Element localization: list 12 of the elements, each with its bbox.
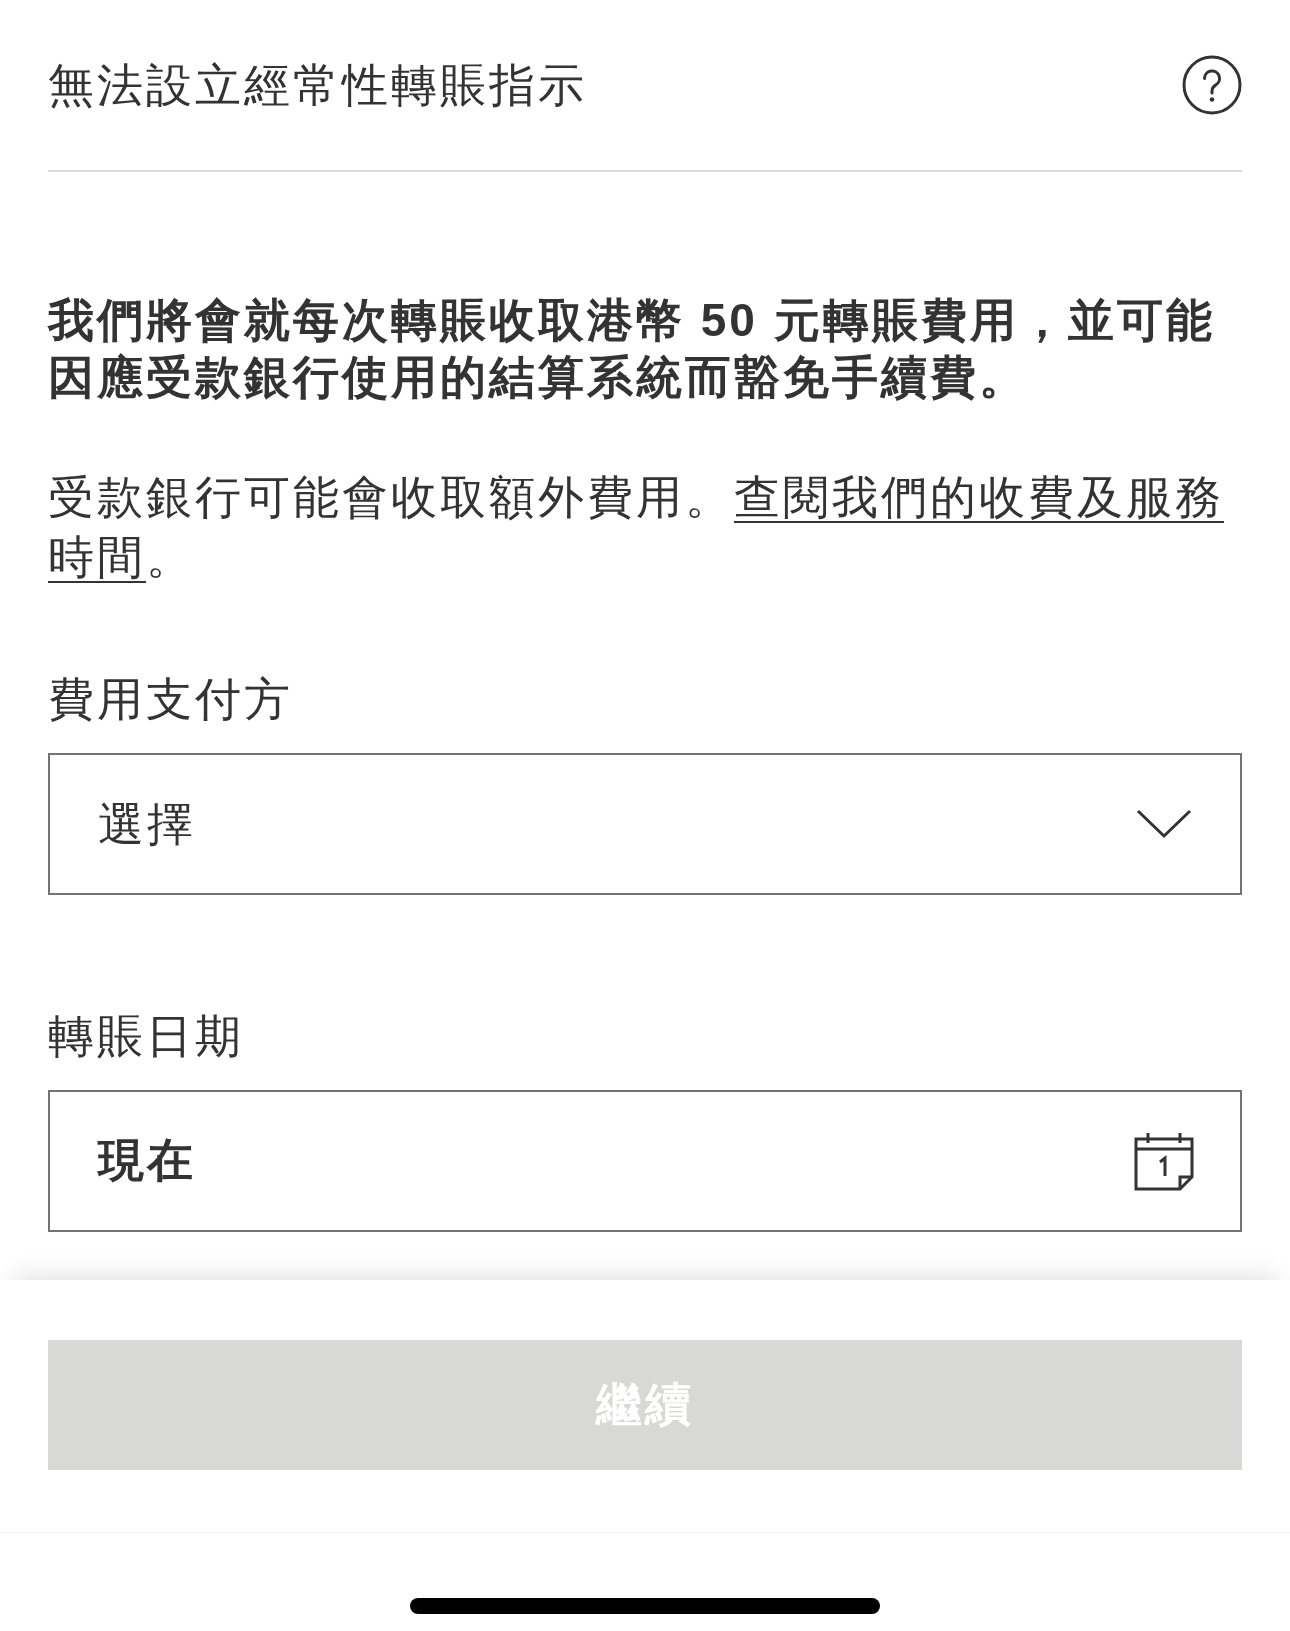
chevron-down-icon xyxy=(1136,809,1192,839)
fee-schedule-link[interactable]: 查閱我們的收費及服務 xyxy=(734,471,1224,523)
extra-fee-text: 受款銀行可能會收取額外費用。查閱我們的收費及服務 時間。 xyxy=(48,470,1225,585)
help-icon[interactable] xyxy=(1182,55,1242,115)
field-label: 費用支付方 xyxy=(48,672,294,727)
field-label: 轉賬日期 xyxy=(48,1009,245,1064)
payer-select[interactable]: 選擇 xyxy=(48,753,1242,895)
date-field[interactable]: 現在 xyxy=(48,1090,1242,1232)
screen-title: 無法設立經常性轉賬指示 xyxy=(48,58,587,113)
fee-notice-text: 我們將會就每次轉賬收取港幣 50 元轉賬費用，並可能因應受款銀行使用的結算系統而豁免手續費。 xyxy=(48,293,1216,405)
fee-schedule-link[interactable]: 時間 xyxy=(48,531,146,583)
calendar-icon xyxy=(1134,1131,1194,1191)
